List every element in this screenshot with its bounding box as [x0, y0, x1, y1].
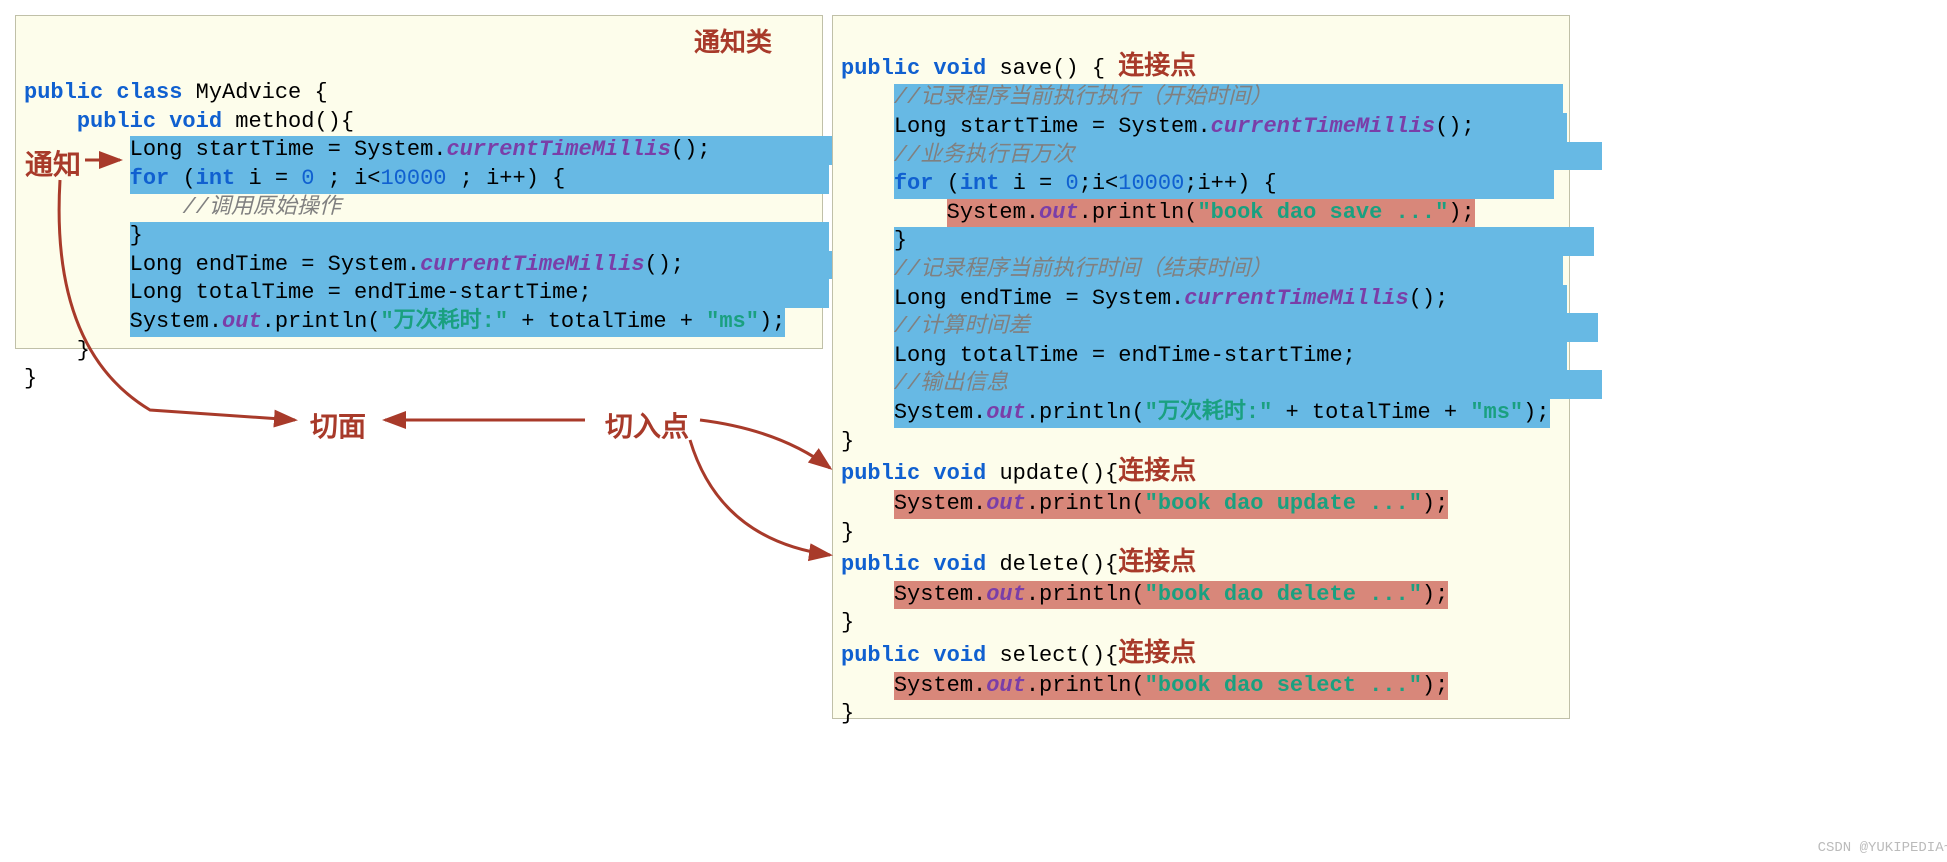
- label-qierudian: 切入点: [605, 405, 689, 445]
- select-body: System.out.println("book dao select ..."…: [894, 672, 1449, 701]
- target-code-box: public void save() { 连接点 //记录程序当前执行执行（开始…: [832, 15, 1570, 719]
- advice-hl6: System.out.println("万次耗时:" + totalTime +…: [130, 308, 786, 337]
- advice-hl5: Long totalTime = endTime-startTime;: [130, 279, 830, 308]
- advice-hl4: Long endTime = System.currentTimeMillis(…: [130, 251, 843, 280]
- label-tongzhilei: 通知类: [694, 28, 772, 62]
- label-joinpoint-save: 连接点: [1118, 52, 1196, 82]
- update-body: System.out.println("book dao update ..."…: [894, 490, 1449, 519]
- advice-hl2: for (int i = 0 ; i<10000 ; i++) {: [130, 165, 830, 194]
- delete-body: System.out.println("book dao delete ..."…: [894, 581, 1449, 610]
- label-tongzhi: 通知: [25, 143, 81, 183]
- watermark: CSDN @YUKIPEDIA~: [1818, 840, 1947, 856]
- advice-code-box: 通知类 public class MyAdvice { public void …: [15, 15, 823, 349]
- label-joinpoint-delete: 连接点: [1118, 548, 1196, 578]
- label-qiemian: 切面: [310, 405, 366, 445]
- advice-hl1: Long startTime = System.currentTimeMilli…: [130, 136, 843, 165]
- save-body: System.out.println("book dao save ...");: [947, 199, 1475, 228]
- label-joinpoint-update: 连接点: [1118, 457, 1196, 487]
- label-joinpoint-select: 连接点: [1118, 639, 1196, 669]
- advice-hl3: }: [130, 222, 830, 251]
